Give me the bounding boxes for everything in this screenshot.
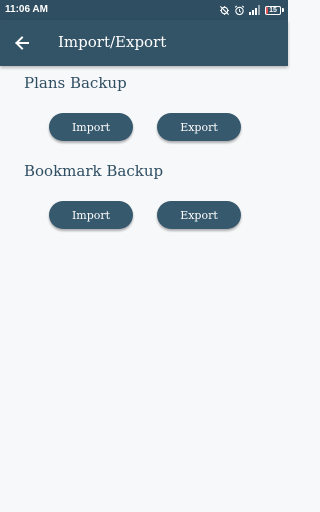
bookmark-import-button[interactable]: Import [49, 201, 133, 229]
status-time: 11:06 AM [5, 4, 48, 15]
battery-icon: 15 [265, 5, 284, 15]
signal-icon [249, 5, 261, 15]
back-button[interactable] [10, 31, 34, 55]
app-bar: Import/Export [0, 20, 288, 66]
bookmark-backup-title: Bookmark Backup [24, 162, 164, 180]
status-icons: 15 [219, 3, 284, 17]
plans-import-button[interactable]: Import [49, 113, 133, 141]
battery-level-fill [266, 6, 269, 14]
alarm-icon [234, 5, 245, 16]
plans-backup-title: Plans Backup [24, 74, 127, 92]
arrow-left-icon [15, 36, 29, 50]
status-bar: 11:06 AM 15 [0, 0, 288, 20]
plans-export-button[interactable]: Export [157, 113, 241, 141]
battery-level-text: 15 [269, 6, 277, 14]
battery-body: 15 [265, 5, 281, 15]
sync-off-icon [219, 5, 230, 16]
page-title: Import/Export [58, 33, 167, 51]
bookmark-export-button[interactable]: Export [157, 201, 241, 229]
battery-tip [282, 8, 284, 12]
